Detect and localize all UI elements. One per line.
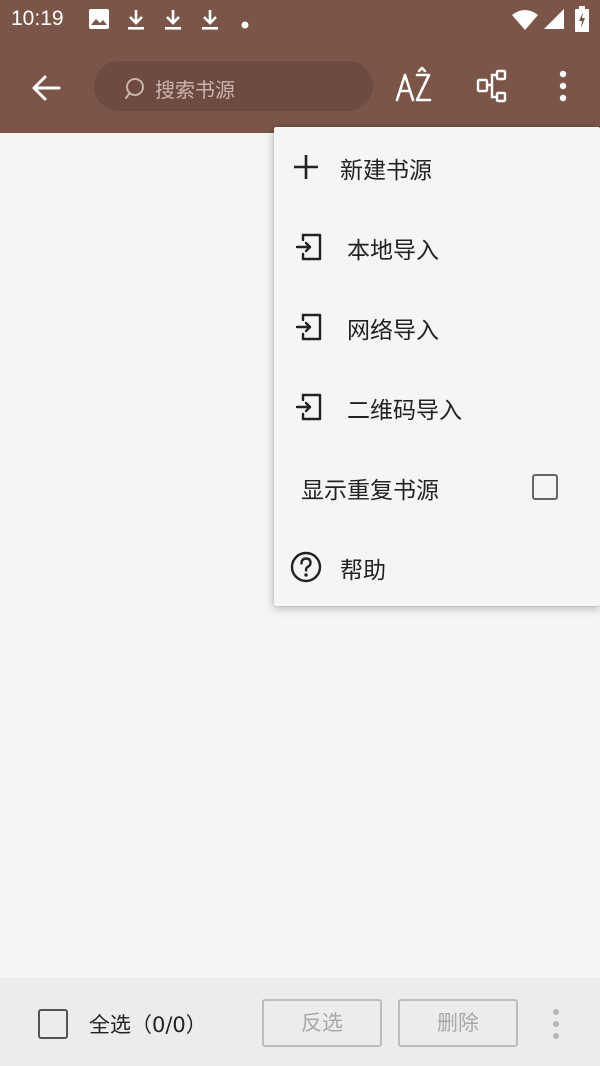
wifi-icon (511, 9, 539, 35)
image-icon (88, 8, 110, 34)
toolbar: 搜索书源 (0, 40, 600, 133)
menu-item-local-import[interactable]: 本地导入 (274, 207, 600, 287)
search-icon (124, 77, 148, 105)
sort-az-icon (388, 66, 440, 114)
selection-bar: 全选（0/0） 反选 删除 (0, 978, 600, 1066)
menu-item-label: 网络导入 (347, 318, 439, 344)
select-all-label[interactable]: 全选（0/0） (89, 1009, 207, 1039)
plus-icon (288, 151, 324, 183)
menu-item-show-duplicates[interactable]: 显示重复书源 (274, 447, 600, 527)
overflow-menu: 新建书源 本地导入 网络导入 二维码导入 显示重复书源 帮助 (274, 127, 600, 606)
status-bar: 10:19 (0, 0, 600, 40)
menu-item-label: 二维码导入 (347, 398, 462, 424)
download-icon (162, 8, 184, 36)
show-duplicates-checkbox[interactable] (532, 474, 558, 500)
battery-icon (575, 6, 589, 36)
delete-button[interactable]: 删除 (398, 999, 518, 1047)
import-icon (288, 391, 324, 423)
menu-item-label: 显示重复书源 (301, 478, 439, 504)
dot-icon (240, 15, 250, 34)
import-icon (288, 311, 324, 343)
download-icon (125, 8, 147, 36)
more-vert-icon (546, 1009, 566, 1046)
menu-item-label: 新建书源 (340, 158, 432, 184)
status-time: 10:19 (11, 7, 64, 30)
help-icon (288, 551, 324, 583)
search-placeholder: 搜索书源 (155, 78, 235, 102)
download-icon (199, 8, 221, 36)
arrow-left-icon (22, 75, 70, 114)
more-vert-icon (548, 70, 578, 114)
menu-item-new-source[interactable]: 新建书源 (274, 127, 600, 207)
menu-item-network-import[interactable]: 网络导入 (274, 287, 600, 367)
back-button[interactable] (22, 66, 70, 110)
group-icon (470, 69, 516, 114)
more-options-button[interactable] (548, 62, 578, 110)
select-all-checkbox[interactable] (38, 1009, 68, 1039)
selection-more-button[interactable] (546, 1006, 566, 1042)
import-icon (288, 231, 324, 263)
search-input[interactable]: 搜索书源 (94, 61, 373, 111)
signal-icon (543, 8, 565, 34)
menu-item-label: 本地导入 (347, 238, 439, 264)
group-button[interactable] (470, 62, 516, 110)
sort-button[interactable] (388, 62, 440, 110)
menu-item-qrcode-import[interactable]: 二维码导入 (274, 367, 600, 447)
menu-item-label: 帮助 (340, 558, 386, 584)
menu-item-help[interactable]: 帮助 (274, 527, 600, 607)
invert-selection-button[interactable]: 反选 (262, 999, 382, 1047)
